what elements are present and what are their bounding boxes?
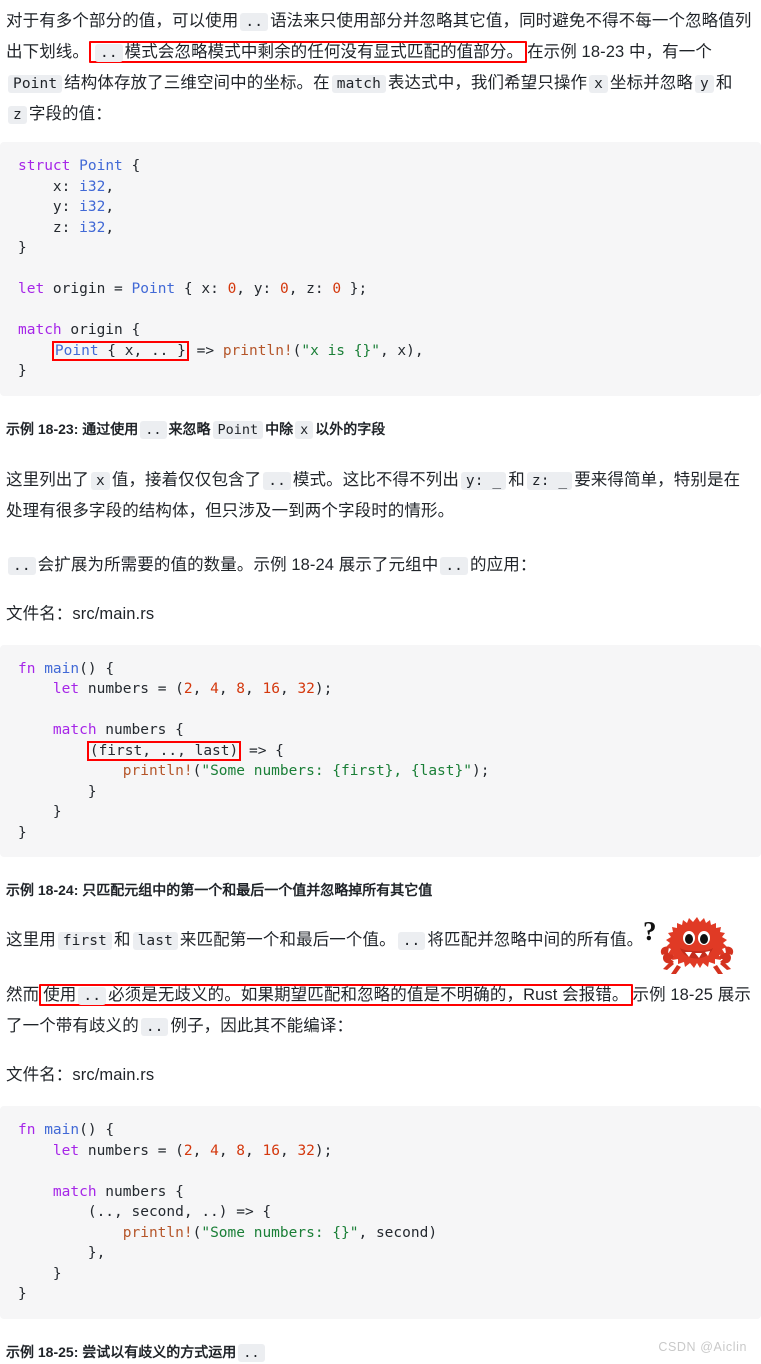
- inline-code-y-underscore: y: _: [460, 471, 507, 490]
- p2-seg2: 值，接着仅仅包含了: [111, 470, 262, 489]
- inline-code-dotdot-p3: ..: [8, 556, 36, 575]
- p4-seg2: 和: [113, 931, 131, 949]
- inline-code-z: z: [8, 106, 27, 124]
- inline-code-match: match: [331, 75, 386, 93]
- caption-18-23: 示例 18-23: 通过使用.. 来忽略 Point 中除 x 以外的字段: [0, 418, 761, 441]
- crab-icon: [660, 917, 734, 974]
- inline-code-dotdot-p3b: ..: [440, 556, 469, 575]
- inline-code-dotdot-p4: ..: [397, 932, 426, 950]
- caption-18-24: 示例 18-24: 只匹配元组中的第一个和最后一个值并忽略掉所有其它值: [6, 882, 433, 898]
- paragraph-explain-x: 这里列出了 x 值，接着仅仅包含了.. 模式。这比不得不列出 y: _ 和 z: _ 要来得简…: [0, 465, 761, 526]
- inline-code-last: last: [132, 932, 178, 950]
- p5-seg1: 然而: [6, 986, 40, 1004]
- p1-seg1: 对于有多个部分的值，可以使用: [6, 12, 239, 30]
- p4-seg1: 这里用: [6, 931, 56, 949]
- question-mark-glyph: ?: [643, 916, 657, 946]
- inline-code-x: x: [589, 75, 608, 93]
- p2-seg1: 这里列出了: [6, 470, 89, 489]
- article-page: 对于有多个部分的值，可以使用.. 语法来只使用部分并忽略其它值，同时避免不得不每一…: [0, 0, 761, 1364]
- caption-18-25: 示例 18-25: 尝试以有歧义的方式运用..: [0, 1341, 761, 1364]
- code-block-ambiguous-tuple: fn main() { let numbers = (2, 4, 8, 16, …: [0, 1106, 761, 1319]
- p3-seg1: 会扩展为所需要的值的数量。示例 18-24 展示了元组中: [37, 555, 439, 574]
- p5-seg3: 例子，因此其不能编译：: [170, 1017, 354, 1035]
- inline-code-dotdot-c1: ..: [140, 420, 167, 439]
- inline-code-dotdot-boxed: ..: [95, 44, 123, 62]
- code-block-tuple-first-last: fn main() { let numbers = (2, 4, 8, 16, …: [0, 644, 761, 857]
- p1-seg3: 在示例 18-23 中，有一个: [527, 43, 712, 61]
- c1-suffix: 以外的字段: [315, 420, 386, 437]
- annotation-box-2: 使用.. 必须是无歧义的。如果期望匹配和忽略的值是不明确的，Rust 会报错。: [39, 984, 633, 1006]
- filename-label-1: 文件名：src/main.rs: [6, 604, 155, 623]
- p4-seg3: 来匹配第一个和最后一个值。: [179, 931, 396, 949]
- c1-mid: 来忽略: [168, 420, 211, 437]
- inline-code-dotdot-p5: ..: [140, 1018, 169, 1036]
- p5-boxed-seg2: 必须是无歧义的。如果期望匹配和忽略的值是不明确的，Rust 会报错。: [108, 986, 629, 1004]
- paragraph-intro: 对于有多个部分的值，可以使用.. 语法来只使用部分并忽略其它值，同时避免不得不每一…: [0, 6, 761, 130]
- inline-code-x-c1: x: [295, 420, 314, 439]
- inline-code-dotdot-p5-boxed: ..: [78, 987, 107, 1005]
- annotation-box-1: .. 模式会忽略模式中剩余的任何没有显式匹配的值部分。: [89, 41, 528, 63]
- c3-prefix: 示例 18-25: 尝试以有歧义的方式运用: [6, 1343, 237, 1360]
- p3-seg2: 的应用：: [470, 555, 537, 574]
- inline-code-dotdot-p2: ..: [263, 471, 291, 490]
- c1-prefix: 示例 18-23: 通过使用: [6, 420, 139, 437]
- inline-code-first: first: [57, 932, 112, 950]
- inline-code-point-c1: Point: [212, 420, 264, 439]
- inline-code-x-p2: x: [91, 471, 110, 490]
- p4-seg4: 将匹配并忽略中间的所有值。: [427, 931, 644, 949]
- p1-seg4: 结构体存放了三维空间中的坐标。在: [64, 74, 330, 92]
- code-block-point-struct: struct Point { x: i32, y: i32, z: i32, }…: [0, 142, 761, 396]
- p5-boxed-seg1: 使用: [43, 986, 77, 1004]
- inline-code-z-underscore: z: _: [526, 471, 573, 490]
- p1-seg7: 和: [715, 74, 733, 92]
- p2-seg3: 模式。这比不得不列出: [292, 470, 459, 489]
- p1-boxed-text: 模式会忽略模式中剩余的任何没有显式匹配的值部分。: [124, 43, 524, 61]
- inline-code-y: y: [694, 75, 714, 93]
- inline-code-point: Point: [8, 75, 63, 93]
- c1-mid2: 中除: [265, 420, 294, 437]
- csdn-watermark: CSDN @Aiclin: [658, 1339, 747, 1354]
- p2-seg4: 和: [508, 470, 525, 489]
- paragraph-ambiguity: 然而 使用.. 必须是无歧义的。如果期望匹配和忽略的值是不明确的，Rust 会报错。…: [0, 980, 761, 1042]
- p1-seg8: 字段的值：: [28, 105, 112, 123]
- ferris-mascot: ?: [637, 912, 734, 976]
- inline-code-dotdot-c3: ..: [238, 1343, 265, 1362]
- paragraph-expand: .. 会扩展为所需要的值的数量。示例 18-24 展示了元组中.. 的应用：: [0, 550, 761, 581]
- p1-seg6: 坐标并忽略: [609, 74, 693, 92]
- inline-code-dotdot: ..: [240, 13, 269, 31]
- code-annotation-box-1: Point { x, .. }: [51, 340, 189, 361]
- p1-seg5: 表达式中，我们希望只操作: [387, 74, 588, 92]
- code-annotation-box-2: (first, .., last): [86, 740, 242, 761]
- filename-label-2: 文件名：src/main.rs: [6, 1066, 155, 1084]
